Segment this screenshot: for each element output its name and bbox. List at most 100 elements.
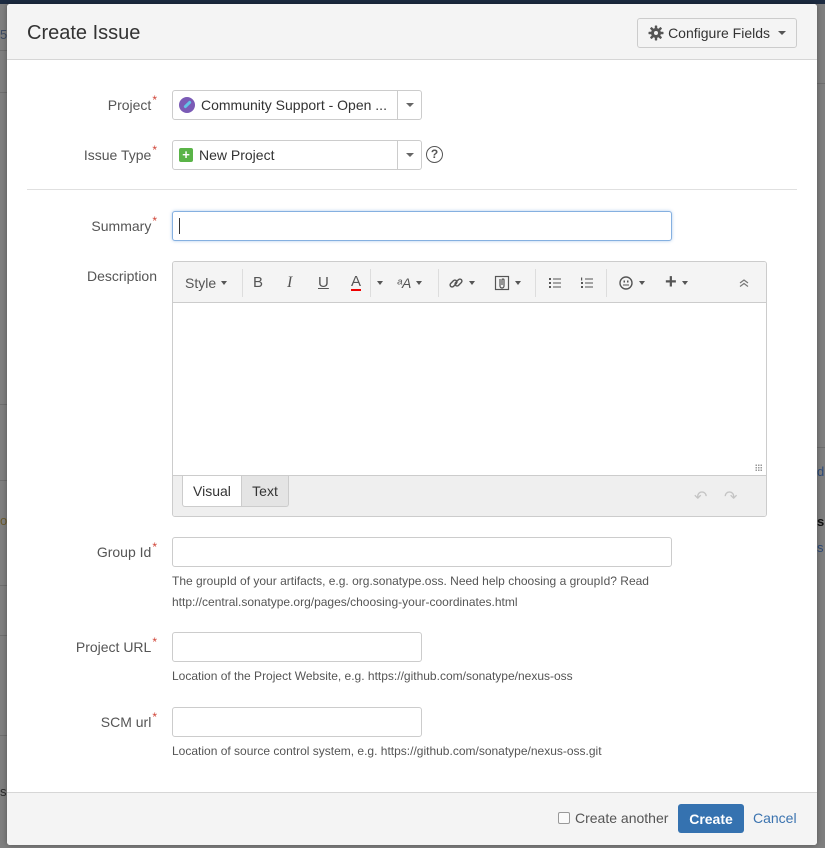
bullet-list-icon xyxy=(549,277,561,288)
undo-icon[interactable]: ↶ xyxy=(694,487,707,507)
scm-url-label: SCM url* xyxy=(100,710,157,730)
create-another-checkbox[interactable] xyxy=(558,812,570,824)
scm-url-help-text: Location of source control system, e.g. … xyxy=(172,744,602,758)
project-label: Project* xyxy=(107,93,157,113)
new-project-plus-icon: + xyxy=(179,148,193,162)
plus-icon: + xyxy=(665,271,677,293)
text-color-icon: A xyxy=(351,273,362,291)
text-color-dropdown[interactable] xyxy=(372,262,383,303)
configure-fields-button[interactable]: Configure Fields xyxy=(637,18,797,48)
background-divider xyxy=(817,83,825,84)
attachment-button[interactable] xyxy=(494,262,521,303)
style-dropdown[interactable]: Style xyxy=(185,262,228,303)
underline-button[interactable]: U xyxy=(318,262,329,303)
project-select[interactable]: Community Support - Open ... xyxy=(172,90,422,120)
background-text: s xyxy=(817,540,824,555)
project-url-input[interactable] xyxy=(172,632,422,662)
chevron-down-icon xyxy=(405,103,414,107)
gear-icon xyxy=(648,25,664,41)
insert-more-button[interactable]: + xyxy=(665,262,688,303)
editor-toolbar: Style B I U A ᵃA + xyxy=(173,262,766,303)
background-text: s xyxy=(817,514,825,529)
description-label: Description xyxy=(86,268,157,284)
link-icon xyxy=(449,277,463,288)
chevron-down-icon xyxy=(639,280,645,285)
project-url-label: Project URL* xyxy=(75,635,157,655)
collapse-toolbar-button[interactable] xyxy=(738,262,750,303)
description-textarea[interactable] xyxy=(173,303,766,475)
configure-fields-label: Configure Fields xyxy=(668,25,770,41)
chevron-down-icon xyxy=(221,280,228,285)
background-divider xyxy=(0,635,7,636)
background-text: d xyxy=(817,464,825,479)
text-cursor xyxy=(179,218,180,234)
help-question-icon[interactable]: ? xyxy=(426,146,443,163)
required-marker: * xyxy=(152,143,157,157)
tab-text[interactable]: Text xyxy=(241,476,289,507)
editor-footer: Visual Text ↶ ↷ xyxy=(173,475,766,516)
create-another-label: Create another xyxy=(575,810,669,826)
chevron-down-icon xyxy=(405,153,414,157)
tab-visual[interactable]: Visual xyxy=(182,476,242,507)
emoticon-icon xyxy=(619,275,633,290)
scm-url-input[interactable] xyxy=(172,707,422,737)
summary-input[interactable] xyxy=(172,211,672,241)
project-avatar-icon xyxy=(179,97,195,113)
text-color-button[interactable]: A xyxy=(351,262,362,303)
numbered-list-icon xyxy=(581,277,593,288)
group-id-label: Group Id* xyxy=(96,540,157,560)
issue-type-dropdown-toggle[interactable] xyxy=(397,141,421,169)
required-marker: * xyxy=(152,710,157,724)
background-divider xyxy=(0,50,7,51)
dialog-header: Create Issue Configure Fields xyxy=(7,4,817,60)
description-editor: Style B I U A ᵃA + Visual Text ↶ ↷ xyxy=(172,261,767,517)
attachment-icon xyxy=(494,275,510,290)
chevron-down-icon xyxy=(469,280,475,285)
background-divider xyxy=(0,735,7,736)
project-dropdown-toggle[interactable] xyxy=(397,91,421,119)
bold-button[interactable]: B xyxy=(253,262,263,303)
link-button[interactable] xyxy=(448,262,475,303)
create-another-option[interactable]: Create another xyxy=(558,810,668,826)
background-divider xyxy=(0,92,7,93)
numbered-list-button[interactable] xyxy=(579,262,595,303)
toolbar-separator xyxy=(370,269,371,297)
chevron-down-icon xyxy=(377,280,383,285)
issue-type-select[interactable]: + New Project xyxy=(172,140,422,170)
bullet-list-button[interactable] xyxy=(547,262,563,303)
group-id-input[interactable] xyxy=(172,537,672,567)
toolbar-separator xyxy=(242,269,243,297)
resize-handle[interactable] xyxy=(755,464,763,472)
toolbar-separator xyxy=(606,269,607,297)
toolbar-separator xyxy=(535,269,536,297)
emoticon-button[interactable] xyxy=(618,262,645,303)
create-issue-dialog: Create Issue Configure Fields Project* C… xyxy=(7,4,817,845)
required-marker: * xyxy=(152,93,157,107)
toolbar-separator xyxy=(438,269,439,297)
required-marker: * xyxy=(152,214,157,228)
double-chevron-up-icon xyxy=(739,278,749,287)
issue-type-value: New Project xyxy=(199,147,275,163)
dialog-footer: Create another Create Cancel xyxy=(7,792,817,845)
background-divider xyxy=(817,447,825,448)
italic-button[interactable]: I xyxy=(287,262,292,303)
redo-icon[interactable]: ↷ xyxy=(724,487,737,507)
chevron-down-icon xyxy=(681,280,688,285)
required-marker: * xyxy=(152,635,157,649)
chevron-down-icon xyxy=(416,280,423,285)
issue-type-label: Issue Type* xyxy=(83,143,157,163)
form-divider xyxy=(27,189,797,190)
text-effects-button[interactable]: ᵃA xyxy=(397,262,423,303)
background-divider xyxy=(0,404,7,405)
project-url-help-text: Location of the Project Website, e.g. ht… xyxy=(172,669,573,683)
create-button[interactable]: Create xyxy=(678,804,744,833)
project-value: Community Support - Open ... xyxy=(201,97,387,113)
chevron-down-icon xyxy=(515,280,521,285)
required-marker: * xyxy=(152,540,157,554)
cancel-link[interactable]: Cancel xyxy=(753,810,797,826)
chevron-down-icon xyxy=(778,31,786,35)
summary-label: Summary* xyxy=(91,214,157,234)
dialog-title: Create Issue xyxy=(27,22,141,44)
group-id-help-text: The groupId of your artifacts, e.g. org.… xyxy=(172,574,649,609)
text-effects-icon: ᵃA xyxy=(397,274,412,291)
